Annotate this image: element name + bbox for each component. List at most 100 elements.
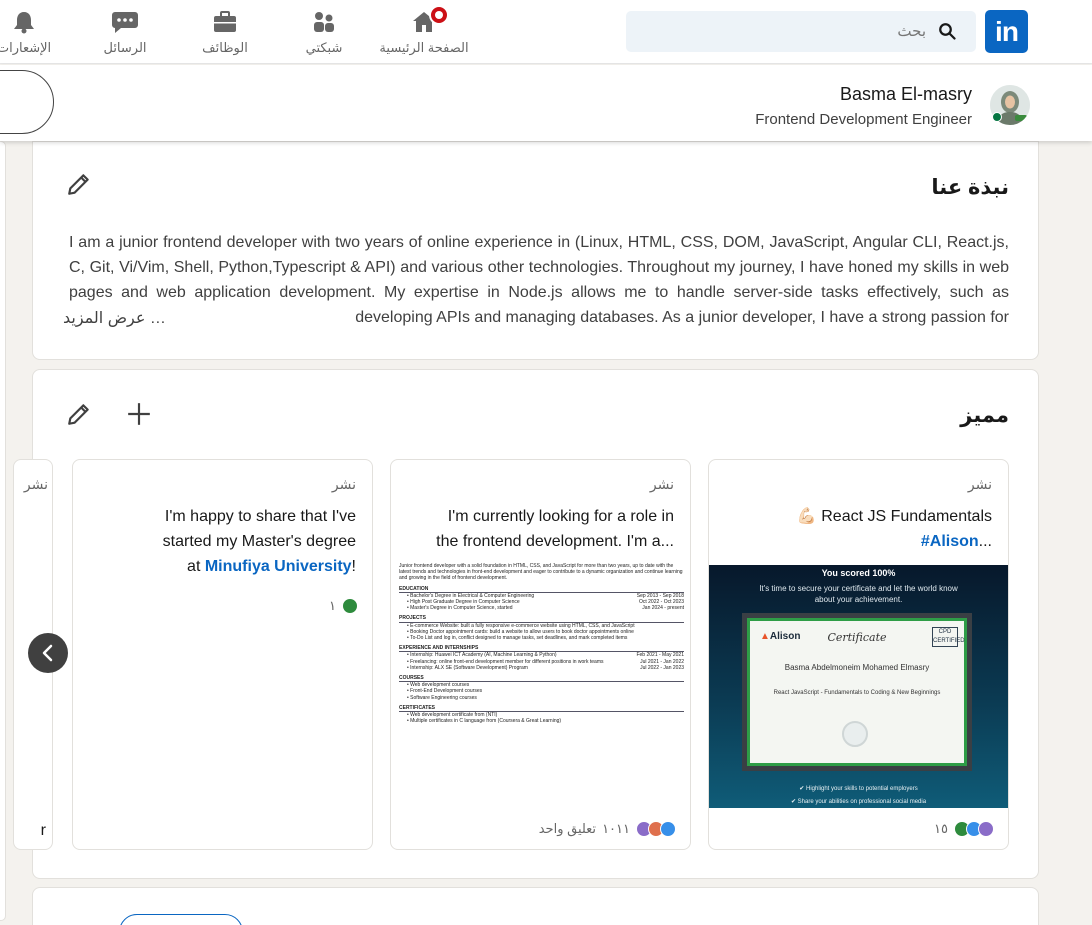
profile-name: Basma El-masry [839, 84, 972, 104]
hashtag-link[interactable]: #Alison [921, 533, 979, 550]
featured-item-masters-post[interactable]: نشر I'm happy to share that I've started… [72, 459, 373, 850]
nav-jobs[interactable]: الوظائف [198, 6, 252, 58]
nav-notifications[interactable]: الإشعارات [0, 6, 54, 58]
nav-notifications-label: الإشعارات [0, 40, 52, 55]
resume-section: Certificates Web development certificate… [399, 705, 684, 725]
featured-item-resume-post[interactable]: نشر I'm currently looking for a role in … [390, 459, 691, 850]
nav-my-network-label: شبكتي [305, 40, 343, 55]
featured-item-type: نشر [649, 476, 674, 492]
resume-section-title: Certificates [399, 705, 684, 713]
message-icon [112, 12, 138, 33]
cert-bullet-text: Highlight your skills to potential emplo… [805, 786, 918, 792]
cert-bullet-text: Share your abilities on professional soc… [797, 799, 927, 805]
featured-item-text: 💪🏻 React JS Fundamentals ...#Alison [732, 504, 992, 554]
nav-jobs-label: الوظائف [202, 40, 248, 55]
avatar-reaction-icon [978, 821, 994, 837]
resume-row: To-Do List and log in, conflict designed… [399, 635, 684, 641]
certificate-course: React JavaScript - Fundamentals to Codin… [773, 690, 941, 696]
featured-item-text: I'm currently looking for a role in ...t… [414, 504, 674, 554]
exclaim-text: ! [351, 558, 356, 575]
edit-featured-button[interactable] [59, 394, 99, 434]
featured-item-react-cert[interactable]: نشر 💪🏻 React JS Fundamentals ...#Alison … [708, 459, 1009, 850]
search-icon [939, 23, 956, 40]
cert-score: You scored 100% [821, 568, 896, 578]
featured-item-text-line: started my Master's degree [162, 533, 356, 550]
resume-row-text: Multiple certificates in C language from… [407, 718, 561, 724]
see-more-link[interactable]: … عرض المزيد [59, 306, 172, 331]
nav-messaging[interactable]: الرسائل [98, 6, 152, 58]
mention-link[interactable]: Minufiya University [205, 558, 352, 575]
nav-home-label: الصفحة الرئيسية [379, 40, 469, 55]
resume-row-date: Jan 2024 - present [642, 605, 684, 612]
next-section-card [32, 887, 1039, 925]
partial-text: r [40, 822, 46, 839]
resume-row: Software Engineering courses [399, 695, 684, 701]
resume-section: Projects E-commerce Website: built a ful… [399, 615, 684, 641]
certificate-paper: ▲Alison Certificate CPD CERTIFIED Basma … [747, 618, 967, 766]
featured-item-text-line: React JS Fundamentals [821, 508, 992, 525]
resume-row-text: To-Do List and log in, conflict designed… [407, 635, 627, 641]
resume-intro: Junior frontend developer with a solid f… [399, 563, 683, 582]
featured-item-text-line: I'm currently looking for a role in [447, 508, 674, 525]
briefcase-icon [214, 11, 236, 32]
bell-icon [14, 12, 34, 34]
featured-title: مميز [960, 404, 1009, 427]
resume-section-title: Experience and Internships [399, 645, 684, 653]
sticky-profile-bar: Basma El-masry Frontend Development Engi… [0, 65, 1092, 141]
reaction-count: ١٥ [934, 821, 948, 836]
cpd-badge: CPD CERTIFIED [932, 627, 965, 647]
resume-row: Multiple certificates in C language from… [399, 718, 684, 724]
ellipsis: ... [978, 533, 992, 550]
partial-text: g [36, 846, 46, 849]
resume-section-title: Projects [399, 615, 684, 623]
online-status-icon [992, 112, 1002, 122]
about-text: I am a junior frontend developer with tw… [69, 234, 1009, 326]
certificate-image: You scored 100% It's time to secure your… [709, 565, 1008, 808]
resume-section-title: Courses [399, 675, 684, 683]
left-column-edge [0, 141, 6, 921]
cert-bullet: ✔ Share your abilities on professional s… [790, 799, 927, 805]
reaction-count: ١٠١١ [602, 821, 630, 836]
nav-messaging-label: الرسائل [103, 40, 147, 55]
nav-home[interactable]: الصفحة الرئيسية [379, 5, 469, 58]
resume-row: Internship: ALX SE (Software Development… [399, 665, 684, 671]
resume-section-title: Education [399, 586, 684, 593]
featured-item-type: نشر [331, 476, 356, 492]
resume-image: Junior frontend developer with a solid f… [399, 563, 684, 808]
featured-item-text-line: I'm happy to share that I've [164, 508, 356, 525]
resume-row-text: Software Engineering courses [407, 695, 477, 701]
reaction-icons [954, 821, 994, 837]
like-reaction-icon [660, 821, 676, 837]
top-nav: in الصفحة الرئيسية شبكتي الوظائف الرسائل [0, 0, 1092, 64]
search-input[interactable] [656, 11, 926, 52]
about-card: نبذة عنا I am a junior frontend develope… [32, 141, 1039, 360]
featured-item-text: I'm happy to share that I've started my … [96, 504, 356, 579]
nav-my-network[interactable]: شبكتي [297, 6, 351, 58]
flexed-biceps-emoji: 💪🏻 [796, 508, 817, 525]
resume-section: Education Bachelor's Degree in Electrica… [399, 586, 684, 612]
reactions-summary[interactable]: ١٥ [934, 821, 994, 837]
people-icon [314, 12, 334, 32]
comment-count[interactable]: تعليق واحد [539, 821, 596, 837]
cert-subtitle: It's time to secure your certificate and… [759, 584, 958, 604]
at-text: at [187, 558, 201, 575]
pencil-icon [68, 404, 89, 425]
section-action-button[interactable] [119, 914, 243, 925]
about-title: نبذة عنا [931, 176, 1009, 199]
resume-row-date: Jul 2022 - Jan 2023 [640, 664, 684, 671]
plus-icon [128, 403, 150, 425]
certificate-frame: ▲Alison Certificate CPD CERTIFIED Basma … [742, 613, 972, 771]
reaction-icons [636, 821, 676, 837]
notification-badge [429, 5, 449, 25]
reaction-icons [342, 598, 358, 614]
search-box[interactable] [626, 11, 976, 52]
carousel-previous-button[interactable] [28, 633, 68, 673]
reactions-summary[interactable]: ١٠١١ تعليق واحد [539, 821, 676, 837]
cert-bullet: ✔ Highlight your skills to potential emp… [799, 786, 918, 792]
edit-about-button[interactable] [59, 164, 99, 204]
add-featured-button[interactable] [119, 394, 159, 434]
linkedin-logo[interactable]: in [985, 10, 1028, 53]
reactions-summary[interactable]: ١ [329, 598, 358, 614]
profile-headline: Frontend Development Engineer [755, 111, 972, 128]
featured-item-text-line: ...the frontend development. I'm a [436, 533, 674, 550]
